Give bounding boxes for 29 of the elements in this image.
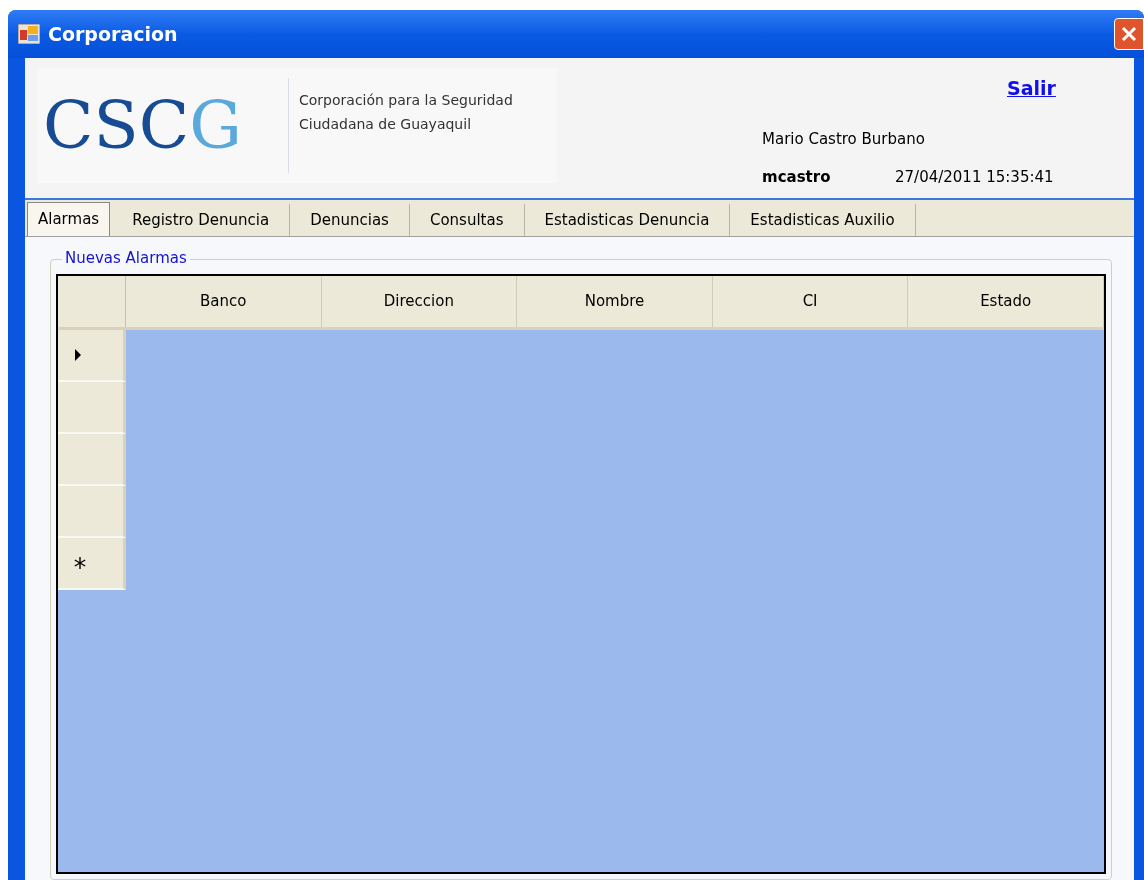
column-header[interactable]: Banco xyxy=(126,276,322,327)
row-header[interactable] xyxy=(58,382,126,434)
tab[interactable]: Denuncias xyxy=(290,204,410,236)
user-full-name: Mario Castro Burbano xyxy=(762,129,925,150)
username: mcastro xyxy=(762,167,831,188)
column-header[interactable]: CI xyxy=(712,276,909,327)
row-header[interactable] xyxy=(58,434,126,486)
row-header[interactable] xyxy=(58,538,126,590)
tab[interactable]: Estadisticas Denuncia xyxy=(524,204,731,236)
logo: CSCG xyxy=(43,85,243,166)
row-header[interactable] xyxy=(58,330,126,382)
organization-name: Corporación para la Seguridad xyxy=(299,91,513,110)
row-header[interactable] xyxy=(58,486,126,538)
close-icon xyxy=(1121,26,1137,42)
logout-link[interactable]: Salir xyxy=(1007,74,1056,103)
column-header[interactable]: Estado xyxy=(908,276,1104,327)
tab[interactable]: Consultas xyxy=(409,204,525,236)
tab[interactable]: Alarmas xyxy=(27,202,111,236)
app-icon xyxy=(18,24,40,44)
tab[interactable]: Registro Denuncia xyxy=(112,204,291,236)
organization-name: Ciudadana de Guayaquil xyxy=(299,115,473,134)
window-title: Corporacion xyxy=(48,21,178,47)
column-header[interactable]: Nombre xyxy=(517,276,713,327)
column-header[interactable]: Direccion xyxy=(321,276,518,327)
date-time: 27/04/2011 15:35:41 xyxy=(895,167,1054,188)
close-button[interactable] xyxy=(1114,18,1144,50)
current-row-arrow-icon xyxy=(74,349,82,361)
new-row-asterisk-icon xyxy=(74,557,86,569)
tab[interactable]: Estadisticas Auxilio xyxy=(730,204,916,236)
